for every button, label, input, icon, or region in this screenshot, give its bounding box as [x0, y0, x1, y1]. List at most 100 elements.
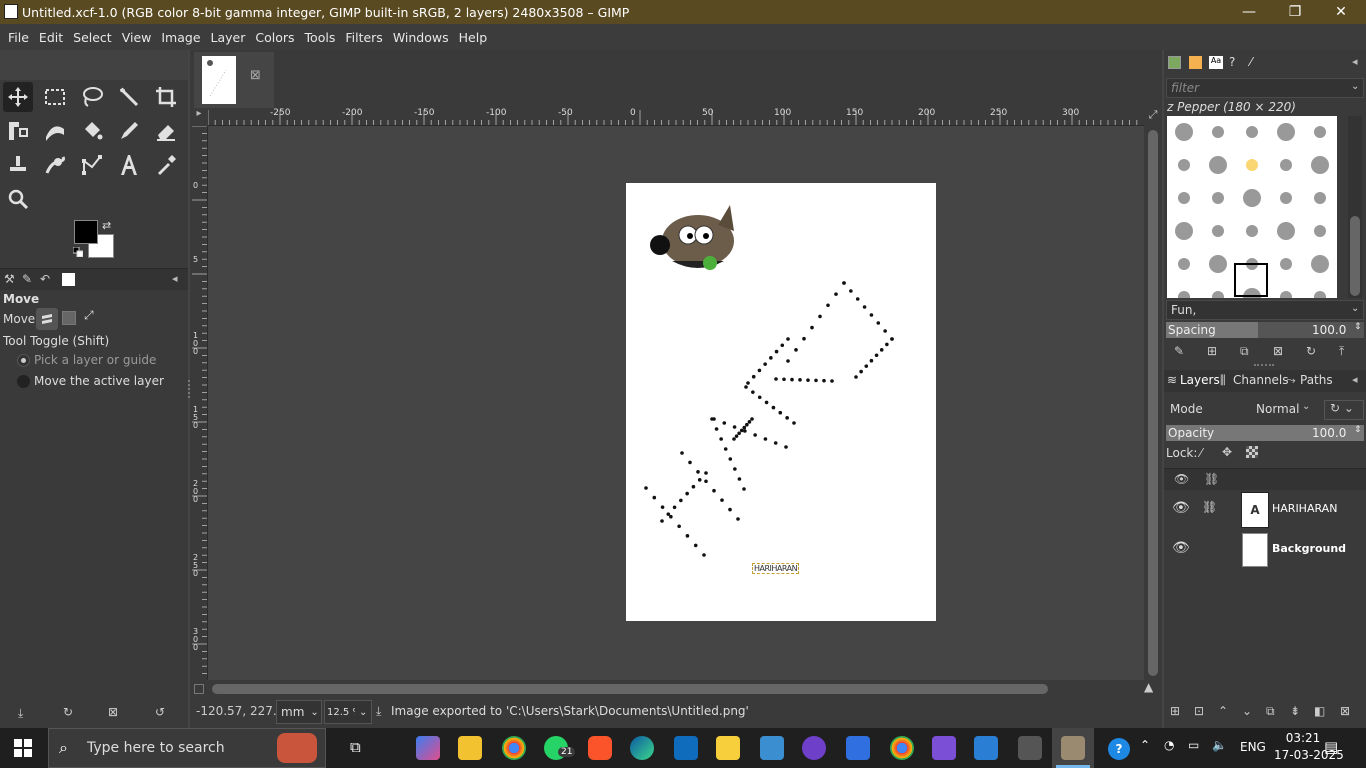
new-group-icon[interactable]: ⊡ — [1194, 704, 1204, 718]
zoom-icon[interactable] — [3, 184, 33, 214]
taskbar-search-box[interactable]: ⌕ Type here to search — [48, 728, 326, 768]
vertical-scroll-thumb[interactable] — [1148, 130, 1158, 676]
layer-mode-select[interactable]: Mode Normal ⌄ ↻ ⌄ — [1166, 396, 1364, 422]
save-options-icon[interactable]: ⤓ — [18, 706, 23, 721]
outlook-icon[interactable] — [674, 736, 698, 760]
foreground-color-swatch[interactable] — [74, 220, 98, 244]
clone-icon[interactable] — [3, 150, 33, 180]
navigation-icon[interactable]: ▲ — [1144, 680, 1153, 694]
color-picker-icon[interactable] — [151, 150, 181, 180]
raise-layer-icon[interactable]: ⌃ — [1218, 704, 1228, 718]
lock-position-icon[interactable]: ✥ — [1222, 445, 1232, 459]
chain-link-icon[interactable]: ⛓ — [1202, 500, 1217, 514]
app-icon[interactable] — [846, 736, 870, 760]
text-tool-icon[interactable] — [114, 150, 144, 180]
text-layer-label[interactable]: HARIHARAN — [752, 563, 800, 574]
image-canvas[interactable]: HARIHARAN — [626, 183, 936, 621]
chrome-profile-icon[interactable] — [890, 736, 914, 760]
brushes-tab-icon[interactable] — [1168, 56, 1181, 69]
horizontal-scroll-thumb[interactable] — [212, 684, 1048, 694]
help-icon[interactable]: ? — [1108, 738, 1130, 760]
rect-select-icon[interactable] — [40, 82, 70, 112]
minimize-button[interactable]: — — [1226, 0, 1272, 24]
bucket-fill-icon[interactable] — [77, 116, 107, 146]
configure-tab-icon[interactable]: ◂ — [1352, 373, 1358, 386]
gimp-taskbar-button[interactable] — [1052, 728, 1094, 768]
edit-brush-icon[interactable]: ✎ — [1174, 344, 1184, 358]
chrome-icon[interactable] — [502, 736, 526, 760]
open-brush-icon[interactable]: ⤒ — [1339, 344, 1344, 359]
vertical-scrollbar[interactable] — [1144, 126, 1162, 680]
device-status-tab-icon[interactable]: ✎ — [22, 272, 32, 286]
swap-colors-icon[interactable]: ⇄ — [102, 219, 111, 232]
restore-options-icon[interactable]: ↻ — [63, 705, 73, 719]
horizontal-scrollbar[interactable]: ▲ — [190, 680, 1162, 698]
navigate-icon[interactable] — [194, 684, 204, 694]
tab-channels[interactable]: Channels — [1233, 373, 1289, 387]
layer-row[interactable]: 👁 ⛓ A HARIHARAN — [1164, 490, 1366, 530]
configure-tab-icon[interactable]: ◂ — [172, 272, 178, 285]
eye-icon[interactable]: 👁 — [1172, 540, 1190, 556]
layer-row[interactable]: 👁 Background — [1164, 530, 1366, 570]
refresh-brushes-icon[interactable]: ↻ — [1306, 344, 1316, 358]
volume-icon[interactable]: 🔈 — [1212, 738, 1227, 752]
move-active-radio[interactable] — [17, 375, 30, 388]
reset-options-icon[interactable]: ↺ — [155, 705, 165, 719]
menu-file[interactable]: File — [3, 30, 34, 45]
tab-layers[interactable]: Layers — [1180, 373, 1220, 387]
app-icon-2[interactable] — [1018, 736, 1042, 760]
menu-layer[interactable]: Layer — [206, 30, 251, 45]
task-view-icon[interactable]: ⧉ — [350, 738, 361, 756]
delete-brush-icon[interactable]: ⊠ — [1273, 344, 1283, 358]
transform-icon[interactable] — [3, 116, 33, 146]
brush-grid[interactable] — [1167, 116, 1337, 298]
sticky-notes-icon[interactable] — [716, 736, 740, 760]
close-button[interactable]: ✕ — [1318, 0, 1364, 24]
move-layer-mode-icon[interactable] — [36, 308, 58, 330]
lower-layer-icon[interactable]: ⌄ — [1242, 704, 1252, 718]
eraser-icon[interactable] — [151, 116, 181, 146]
copilot-icon[interactable] — [416, 736, 440, 760]
github-icon[interactable] — [802, 736, 826, 760]
delete-options-icon[interactable]: ⊠ — [108, 705, 118, 719]
layer-name[interactable]: HARIHARAN — [1272, 502, 1337, 515]
patterns-tab-icon[interactable] — [1189, 56, 1202, 69]
images-tab-icon[interactable] — [62, 273, 75, 286]
menu-tools[interactable]: Tools — [300, 30, 341, 45]
obsidian-icon[interactable] — [932, 736, 956, 760]
chevron-up-icon[interactable]: ⌃ — [1140, 738, 1150, 752]
chevron-down-icon[interactable]: ⌄ — [1351, 81, 1359, 92]
pick-layer-radio[interactable] — [17, 354, 30, 367]
new-brush-icon[interactable]: ⊞ — [1207, 344, 1217, 358]
lasso-icon[interactable] — [77, 82, 107, 112]
control-panel-icon[interactable] — [760, 736, 784, 760]
brave-icon[interactable] — [588, 736, 612, 760]
menu-image[interactable]: Image — [156, 30, 205, 45]
vertical-ruler[interactable]: 0 5 1 0 0 1 5 0 2 0 0 2 5 0 3 0 0 — [190, 126, 208, 680]
zoom-select[interactable]: 12.5 % ⌄ — [324, 700, 372, 724]
wifi-icon[interactable]: ◔ — [1164, 738, 1174, 752]
new-layer-icon[interactable]: ⊞ — [1170, 704, 1180, 718]
fonts-tab-icon[interactable]: Aa — [1209, 56, 1223, 69]
menu-colors[interactable]: Colors — [250, 30, 299, 45]
configure-tab-icon[interactable]: ◂ — [1352, 55, 1358, 68]
notifications-icon[interactable]: ▤ — [1324, 738, 1338, 756]
quick-mask-menu-icon[interactable]: ▸ — [190, 108, 208, 126]
menu-filters[interactable]: Filters — [340, 30, 387, 45]
edge-icon[interactable] — [630, 736, 654, 760]
maximize-button[interactable]: ❐ — [1272, 0, 1318, 24]
battery-icon[interactable]: ▭ — [1188, 738, 1199, 752]
menu-select[interactable]: Select — [68, 30, 117, 45]
warp-icon[interactable] — [40, 116, 70, 146]
anchor-layer-icon[interactable]: ⇟ — [1290, 704, 1300, 718]
unit-select[interactable]: mm ⌄ — [276, 700, 322, 724]
lock-alpha-icon[interactable] — [1246, 446, 1258, 458]
paths-icon[interactable] — [77, 150, 107, 180]
spacing-slider[interactable]: Spacing 100.0 ⇕ — [1166, 322, 1364, 338]
mask-layer-icon[interactable]: ◧ — [1314, 704, 1325, 718]
duplicate-brush-icon[interactable]: ⧉ — [1240, 344, 1249, 359]
composite-mode-button[interactable]: ↻ ⌄ — [1324, 400, 1364, 420]
spin-arrows-icon[interactable]: ⇕ — [1354, 425, 1362, 435]
brush-filter-input[interactable]: filter ⌄ — [1166, 78, 1364, 98]
tab-paths[interactable]: Paths — [1300, 373, 1333, 387]
